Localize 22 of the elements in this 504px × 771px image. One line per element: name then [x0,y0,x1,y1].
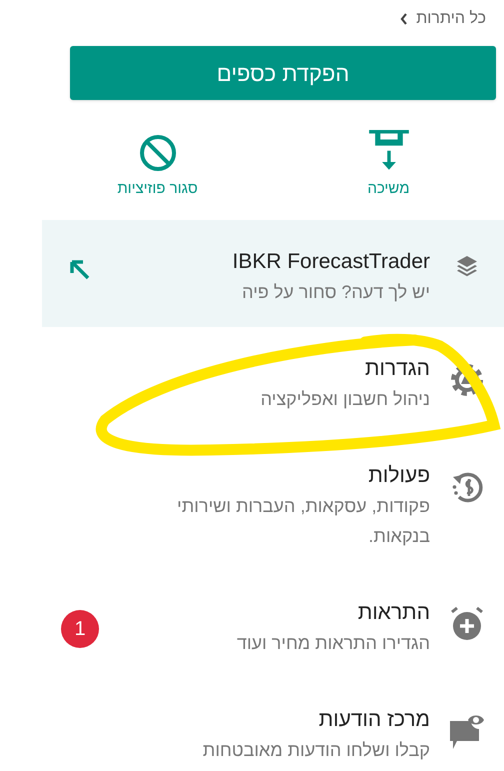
menu-item-title[interactable]: הגדרות [364,354,430,384]
chat-eye-icon [449,713,485,751]
menu-item-title[interactable]: IBKR ForecastTrader [232,247,430,277]
breadcrumb-link[interactable]: כל היתרות [416,6,486,30]
menu-item-subtitle: הגדירו התראות מחיר ועוד [236,632,430,655]
withdraw-button[interactable]: משיכה [366,130,412,200]
alarm-plus-icon [449,606,485,642]
layers-icon [456,255,478,277]
deposit-button[interactable]: הפקדת כספים [70,46,496,100]
menu-item-title[interactable]: מרכז הודעות [318,705,430,735]
prohibited-icon [138,134,177,172]
notification-badge: 1 [61,610,99,648]
arrow-up-left-icon [69,259,91,281]
menu-item-subtitle: פקודות, עסקאות, העברות ושירותי בנקאות. [176,495,430,548]
menu-item-title[interactable]: התראות [358,598,430,628]
close-positions-button[interactable]: סגור פוזיציות [117,130,198,200]
menu-item-subtitle: קבלו ושלחו הודעות מאובטחות [202,739,430,762]
gear-icon [449,362,485,398]
chevron-icon [400,12,408,24]
menu-item-title[interactable]: פעולות [368,461,430,491]
menu-item-subtitle: ניהול חשבון ואפליקציה [260,388,430,411]
menu-item-subtitle: יש לך דעה? סחור על פיה [242,281,430,304]
